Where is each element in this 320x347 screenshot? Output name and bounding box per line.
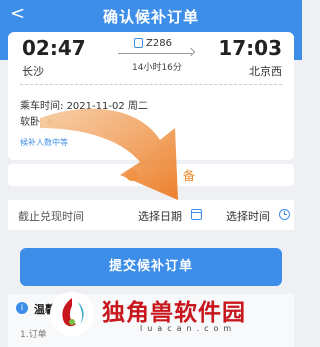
arrival-station: 北京西 <box>249 65 282 78</box>
route-arrow-line <box>118 53 192 54</box>
arrival-time: 17:03 <box>218 36 282 60</box>
waitlist-level-link[interactable]: 候补人数中等 <box>20 137 68 148</box>
section-label: 备 <box>183 169 196 183</box>
deadline-label: 截止兑现时间 <box>18 210 84 223</box>
tips-line: 1.订单 <box>20 330 47 340</box>
watermark-logo <box>50 292 94 336</box>
select-time-button[interactable]: 选择时间 <box>226 208 270 224</box>
departure-time: 02:47 <box>22 36 86 60</box>
header-bar: < 确认候补订单 <box>0 0 302 30</box>
seat-label: 软卧: <box>20 117 44 128</box>
select-date-button[interactable]: 选择日期 <box>138 208 182 224</box>
orange-dot-icon <box>126 169 138 181</box>
depart-value: 2021-11-02 周二 <box>66 101 148 112</box>
divider <box>20 84 282 85</box>
watermark-text: 独角兽软件园 <box>102 300 246 326</box>
submit-waitlist-button[interactable]: 提交候补订单 <box>20 248 282 286</box>
arrow-right-icon <box>186 47 196 57</box>
passenger-section: 备 <box>8 164 294 186</box>
calendar-icon[interactable] <box>191 209 202 220</box>
info-icon: i <box>16 302 28 314</box>
departure-station: 长沙 <box>22 65 44 78</box>
clock-icon[interactable] <box>279 209 290 220</box>
deadline-row: 截止兑现时间 选择日期 选择时间 <box>8 200 294 230</box>
seat-price: ¥... <box>46 117 63 128</box>
depart-label: 乘车时间: <box>20 101 64 112</box>
trip-duration: 14小时16分 <box>132 63 182 73</box>
seat-row: 软卧: ¥... <box>20 113 62 128</box>
page-title: 确认候补订单 <box>102 8 199 26</box>
trip-card: 02:47 17:03 Z286 14小时16分 长沙 北京西 乘车时间: 20… <box>8 32 294 160</box>
depart-date-row: 乘车时间: 2021-11-02 周二 <box>20 97 148 112</box>
watermark-domain: luacan.com <box>140 324 237 333</box>
train-number: Z286 <box>146 38 172 49</box>
train-icon <box>134 38 143 48</box>
